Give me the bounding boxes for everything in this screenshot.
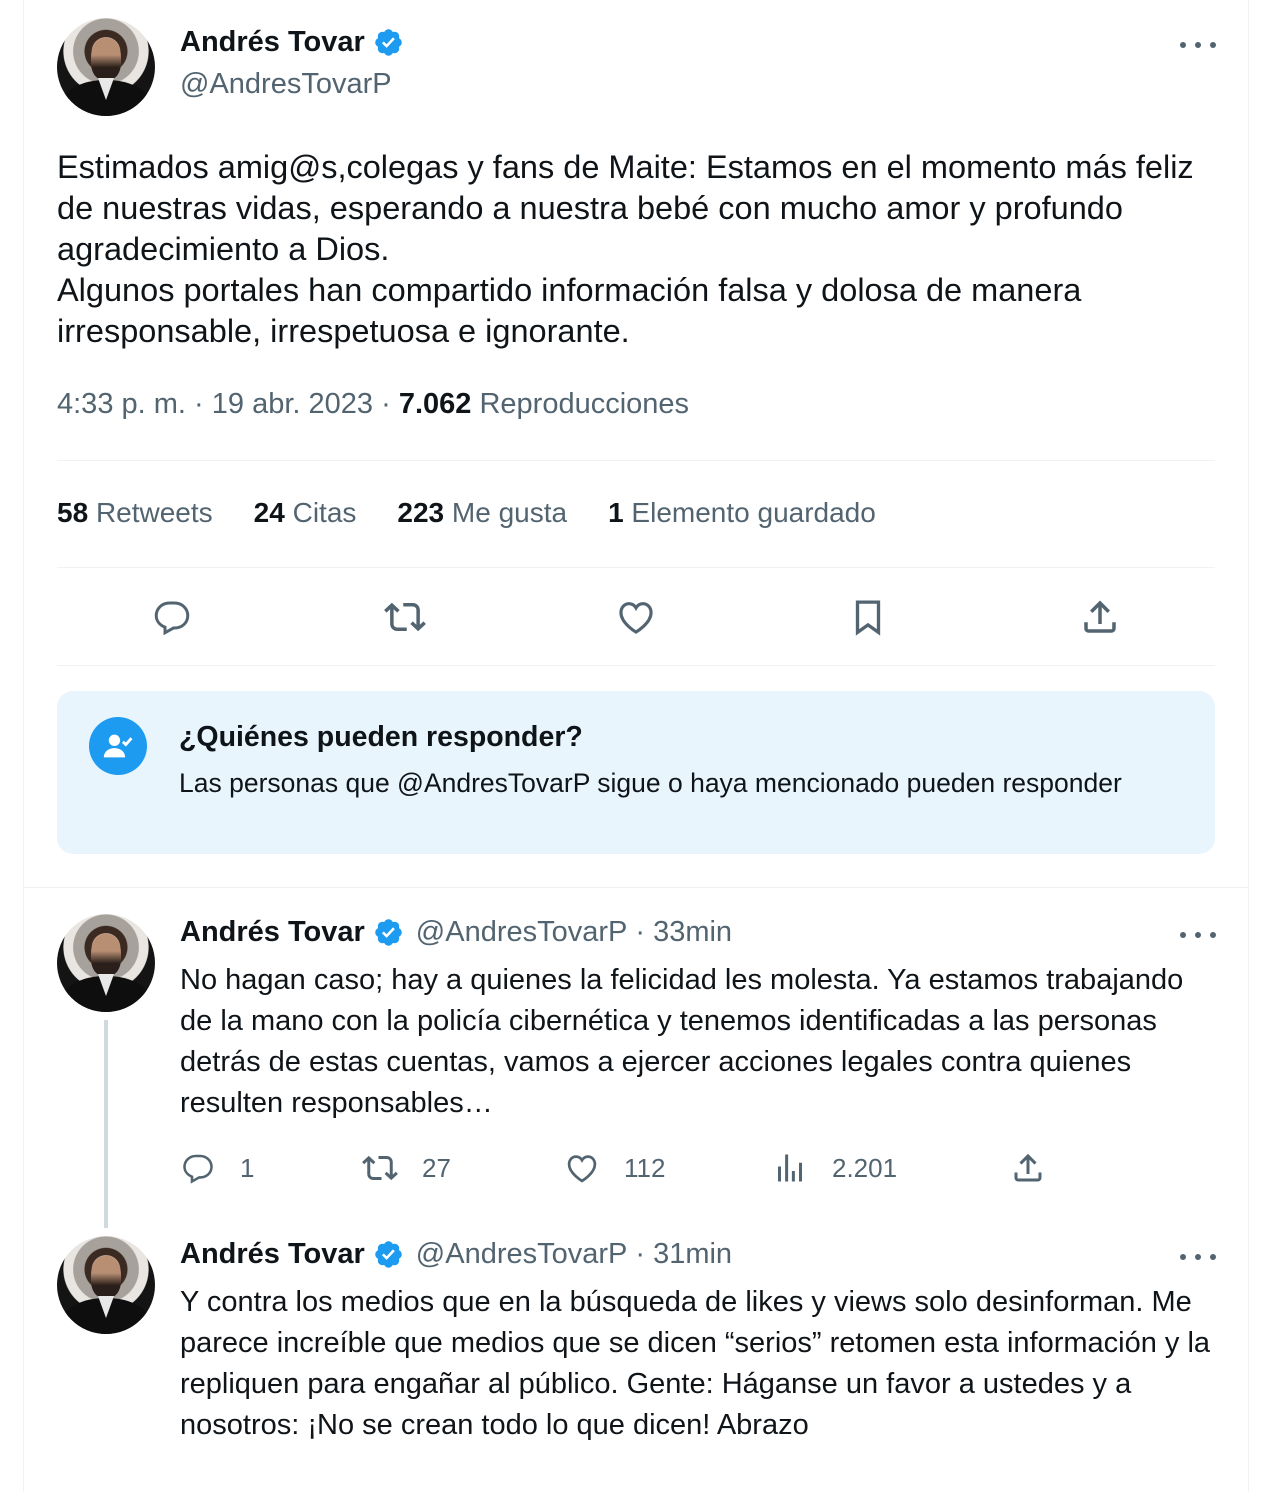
author-name-row: Andrés Tovar @AndresTovarP · 31min [180, 1238, 733, 1271]
author-name[interactable]: Andrés Tovar [180, 1238, 365, 1271]
reply-button[interactable]: 1 [180, 1146, 254, 1190]
tweet-actions [57, 592, 1215, 642]
reply-actions: 1 27 112 2.201 [180, 1146, 1080, 1190]
verified-badge-icon [375, 919, 402, 946]
divider [57, 665, 1215, 666]
views-chart-icon [778, 1154, 802, 1182]
stat-likes[interactable]: 223 Me gusta [397, 497, 567, 529]
bookmark-button[interactable] [843, 592, 893, 642]
tweet-text: Estimados amig@s,colegas y fans de Maite… [57, 149, 1194, 349]
divider [57, 460, 1215, 461]
who-can-reply-description: Las personas que @AndresTovarP sigue o h… [179, 768, 1122, 798]
author-name-row: Andrés Tovar @AndresTovarP · 33min [180, 916, 733, 949]
reply-text: No hagan caso; hay a quienes la felicida… [180, 964, 1184, 1119]
tweet-date[interactable]: 19 abr. 2023 [212, 388, 373, 420]
reply-icon [183, 1154, 213, 1184]
author-name-row[interactable]: Andrés Tovar [180, 26, 404, 59]
reply-text: Y contra los medios que en la búsqueda d… [180, 1286, 1211, 1441]
tweet-time[interactable]: 4:33 p. m. [57, 388, 186, 420]
who-can-reply-title: ¿Quiénes pueden responder? [179, 721, 583, 753]
share-icon [1014, 1153, 1042, 1182]
user-check-icon [89, 717, 147, 775]
author-handle[interactable]: @AndresTovarP [416, 916, 628, 949]
reply-button[interactable] [147, 592, 197, 642]
reply-count: 1 [240, 1152, 255, 1183]
retweet-icon [384, 602, 426, 632]
retweet-button[interactable] [380, 592, 430, 642]
views-count: 7.062 [398, 388, 472, 420]
stat-retweets[interactable]: 58 Retweets [57, 497, 213, 529]
views-label: Reproducciones [479, 388, 690, 420]
views-button[interactable]: 2.201 [772, 1146, 897, 1190]
like-button[interactable]: 112 [564, 1146, 665, 1190]
like-icon [619, 602, 653, 634]
more-options-icon[interactable] [1180, 40, 1216, 50]
divider [57, 567, 1215, 568]
tweet-stats: 58 Retweets 24 Citas 223 Me gusta 1 Elem… [57, 497, 917, 529]
stat-bookmarks[interactable]: 1 Elemento guardado [608, 497, 876, 529]
time-ago[interactable]: 33min [653, 916, 732, 949]
verified-badge-icon [375, 1241, 402, 1268]
views-count: 2.201 [832, 1152, 898, 1183]
avatar[interactable] [57, 1236, 155, 1334]
verified-badge-icon [375, 29, 402, 56]
who-can-reply-box: ¿Quiénes pueden responder? Las personas … [57, 691, 1215, 854]
author-handle[interactable]: @AndresTovarP [180, 68, 392, 101]
share-button[interactable] [1010, 1146, 1046, 1190]
stat-quotes[interactable]: 24 Citas [254, 497, 357, 529]
like-count: 112 [624, 1152, 666, 1183]
like-icon [567, 1155, 597, 1183]
avatar[interactable] [57, 914, 155, 1012]
share-icon [1084, 600, 1116, 633]
retweet-icon [362, 1155, 398, 1181]
reply-icon [154, 601, 190, 636]
like-button[interactable] [611, 592, 661, 642]
thread-line [104, 1020, 108, 1228]
author-name[interactable]: Andrés Tovar [180, 26, 365, 59]
tweet-meta: 4:33 p. m. · 19 abr. 2023 · 7.062 Reprod… [57, 388, 690, 420]
divider [23, 887, 1249, 888]
share-button[interactable] [1075, 592, 1125, 642]
retweet-button[interactable]: 27 [362, 1146, 451, 1190]
author-handle[interactable]: @AndresTovarP [416, 1238, 628, 1271]
time-ago[interactable]: 31min [653, 1238, 732, 1271]
more-options-icon[interactable] [1180, 1252, 1216, 1262]
bookmark-icon [855, 600, 881, 636]
author-name[interactable]: Andrés Tovar [180, 916, 365, 949]
retweet-count: 27 [422, 1152, 451, 1183]
more-options-icon[interactable] [1180, 930, 1216, 940]
avatar[interactable] [57, 18, 155, 116]
